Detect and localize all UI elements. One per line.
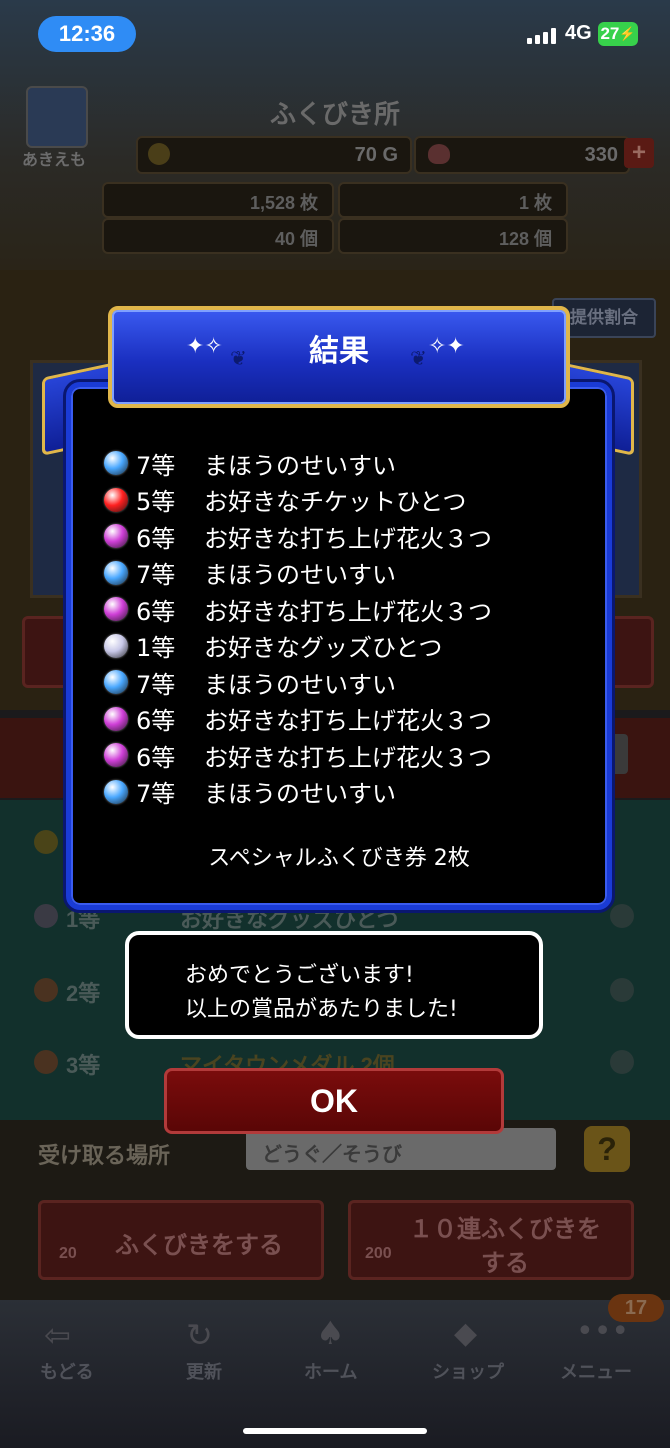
result-prize: お好きなグッズひとつ — [204, 634, 443, 662]
result-row: 7等 まほうのせいすい — [104, 445, 396, 481]
result-prize: まほうのせいすい — [204, 451, 396, 480]
result-row: 6等 お好きな打ち上げ花火３つ — [104, 737, 492, 773]
result-rank: 7等 — [136, 670, 176, 699]
dialog-title: 結果 — [309, 334, 369, 369]
result-prize: お好きな打ち上げ花火３つ — [204, 743, 492, 772]
bonus-ticket-text: スペシャルふくびき券 2枚 — [208, 846, 470, 871]
result-row: 5等 お好きなチケットひとつ — [104, 482, 466, 518]
draw-button[interactable]: ふくびきをする 20 — [38, 1200, 324, 1280]
result-prize: お好きなチケットひとつ — [204, 488, 467, 516]
result-rank: 7等 — [136, 451, 176, 480]
nav-refresh[interactable]: ↻ 更新 — [170, 1310, 250, 1390]
prize-orb-icon — [34, 1050, 58, 1074]
gold-display: 70 G — [136, 136, 412, 174]
network-type: 4G — [565, 22, 592, 44]
tickets-a-display: 1,528 枚 — [102, 182, 334, 218]
tickets-b-display: 1 枚 — [338, 182, 568, 218]
items-a-display: 40 個 — [102, 218, 334, 254]
congrats-message: おめでとうございます! 以上の賞品があたりました! — [125, 931, 543, 1039]
menu-badge: 17 — [608, 1294, 664, 1322]
prize-orb-icon — [34, 978, 58, 1002]
signal-icon — [527, 28, 556, 44]
result-prize: まほうのせいすい — [204, 670, 396, 699]
shop-icon: ◆ — [454, 1316, 478, 1351]
result-rank: 7等 — [136, 561, 176, 589]
message-line: おめでとうございます! — [185, 963, 414, 988]
prize-orb-icon — [34, 904, 58, 928]
result-rank: 1等 — [136, 634, 176, 662]
gold-coin-icon — [148, 143, 170, 165]
result-prize: お好きな打ち上げ花火３つ — [204, 707, 492, 735]
receive-select[interactable]: どうぐ／そうび — [246, 1128, 556, 1170]
result-prize: まほうのせいすい — [204, 780, 396, 808]
result-rank: 5等 — [136, 488, 176, 516]
username: あきえも — [22, 152, 87, 169]
prize-orb-icon — [34, 830, 58, 854]
gem-icon — [428, 144, 450, 164]
nav-back[interactable]: ⇦ もどる — [30, 1310, 110, 1390]
prize-orb-icon — [104, 597, 128, 621]
screen-title: ふくびき所 — [269, 100, 400, 130]
list-rank: 2等 — [66, 981, 101, 1006]
prize-orb-icon — [104, 633, 128, 658]
result-row: 6等 お好きな打ち上げ花火３つ — [104, 518, 492, 554]
result-row: 6等 お好きな打ち上げ花火３つ — [104, 701, 492, 737]
result-rank: 6等 — [136, 707, 176, 735]
add-gems-button[interactable]: + — [624, 138, 654, 168]
prize-orb-icon — [104, 560, 128, 585]
home-indicator[interactable] — [243, 1428, 427, 1434]
prize-orb-icon — [104, 779, 128, 804]
prize-orb-icon — [104, 451, 128, 475]
ok-button[interactable]: OK — [164, 1068, 504, 1134]
refresh-icon: ↻ — [186, 1316, 213, 1354]
help-button[interactable]: ? — [584, 1126, 630, 1172]
message-line: 以上の賞品があたりました! — [185, 997, 458, 1022]
result-rank: 6等 — [136, 743, 176, 772]
nav-shop[interactable]: ◆ ショップ — [428, 1310, 512, 1390]
items-b-display: 128 個 — [338, 218, 568, 254]
battery-icon: 27 ⚡ — [598, 22, 638, 46]
prize-orb-icon — [104, 670, 128, 694]
result-rank: 6等 — [136, 524, 176, 553]
result-row: 6等 お好きな打ち上げ花火３つ — [104, 591, 492, 627]
result-prize: お好きな打ち上げ花火３つ — [204, 524, 492, 553]
chevron-right-icon[interactable] — [610, 978, 634, 1002]
result-row: 7等 まほうのせいすい — [104, 555, 396, 591]
receive-label: 受け取る場所 — [38, 1143, 171, 1168]
result-row: 7等 まほうのせいすい — [104, 774, 396, 810]
prize-orb-icon — [104, 524, 128, 548]
result-row: 1等 お好きなグッズひとつ — [104, 628, 442, 664]
chevron-right-icon[interactable] — [610, 904, 634, 928]
result-prize: まほうのせいすい — [204, 561, 396, 589]
home-slime-icon: ♠ — [316, 1314, 345, 1352]
prize-orb-icon — [104, 743, 128, 767]
nav-home[interactable]: ♠ ホーム — [294, 1310, 378, 1390]
prize-orb-icon — [104, 706, 128, 731]
gem-display: 330 — [414, 136, 630, 174]
list-rank: 3等 — [66, 1053, 101, 1078]
result-rank: 7等 — [136, 780, 176, 808]
result-prize: お好きな打ち上げ花火３つ — [204, 597, 492, 626]
draw-10-button[interactable]: １０連ふくびきを する 200 — [348, 1200, 634, 1280]
result-rank: 6等 — [136, 597, 176, 626]
result-row: 7等 まほうのせいすい — [104, 664, 396, 700]
nav-menu[interactable]: ••• メニュー — [556, 1310, 646, 1390]
back-arrow-icon: ⇦ — [44, 1316, 71, 1354]
chevron-right-icon[interactable] — [610, 1050, 634, 1074]
prize-orb-icon — [104, 487, 128, 512]
status-time: 12:36 — [38, 16, 136, 52]
